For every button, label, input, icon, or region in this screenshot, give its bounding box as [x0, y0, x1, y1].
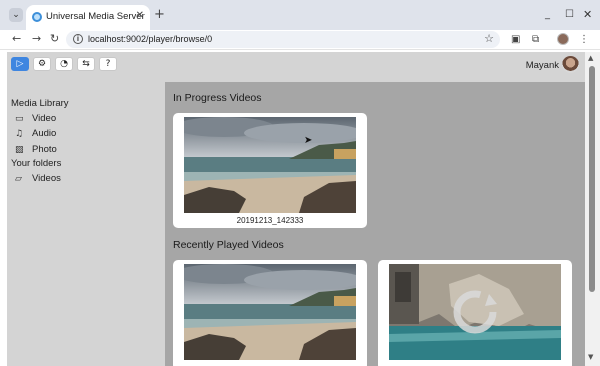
arrow-left-icon[interactable]: ← — [12, 32, 21, 45]
scroll-up-icon[interactable]: ▲ — [588, 54, 593, 62]
close-icon[interactable]: ✕ — [136, 10, 144, 21]
reload-icon[interactable]: ↻ — [50, 32, 59, 45]
url-text[interactable]: localhost:9002/player/browse/0 — [88, 34, 212, 44]
sidebar: Media Library ▭ Video ♫ Audio ▨ Photo Your … — [7, 82, 165, 366]
music-icon: ♫ — [15, 129, 24, 139]
toolbar: ← → ↻ i localhost:9002/player/browse/0 ☆… — [0, 30, 600, 50]
video-card[interactable] — [173, 260, 367, 366]
star-icon[interactable]: ☆ — [484, 32, 494, 45]
maximize-icon[interactable]: ☐ — [565, 9, 574, 20]
sidebar-item-label: Audio — [32, 128, 57, 139]
arrow-right-icon[interactable]: → — [32, 32, 41, 45]
app-header: ▷ ⚙ ◔ ⇆ ? Mayank — [7, 52, 585, 82]
sidebar-item-audio[interactable]: ♫ Audio — [15, 128, 56, 139]
play-icon: ▷ — [16, 59, 24, 69]
minimize-icon[interactable]: _ — [545, 9, 550, 20]
help-icon: ? — [105, 59, 111, 69]
media-library-heading: Media Library — [11, 98, 69, 109]
sidebar-item-video[interactable]: ▭ Video — [15, 113, 56, 124]
video-thumbnail — [184, 117, 356, 213]
profile-avatar[interactable] — [557, 33, 569, 45]
video-icon: ▭ — [15, 114, 24, 124]
video-thumbnail — [184, 264, 356, 360]
browser-window: ⌄ Universal Media Server ✕ + _ ☐ ✕ ← → ↻… — [0, 0, 600, 366]
tab-title: Universal Media Server — [46, 11, 145, 22]
info-icon[interactable]: i — [73, 34, 83, 44]
scrollbar-thumb[interactable] — [589, 66, 595, 292]
history-button[interactable]: ◔ — [55, 57, 73, 71]
tab-strip: ⌄ Universal Media Server ✕ + _ ☐ ✕ — [0, 0, 600, 30]
sidebar-item-label: Photo — [32, 144, 57, 155]
favicon-icon — [32, 12, 42, 22]
help-button[interactable]: ? — [99, 57, 117, 71]
sidebar-item-videos-folder[interactable]: ▱ Videos — [15, 173, 61, 184]
mouse-cursor-icon: ➤ — [304, 135, 313, 146]
image-icon: ▨ — [15, 145, 24, 155]
sidebar-item-label: Videos — [32, 173, 61, 184]
sidebar-item-label: Video — [32, 113, 57, 124]
video-card[interactable]: ➤ 20191213_142333 — [173, 113, 367, 228]
avatar[interactable] — [562, 56, 579, 73]
history-icon: ◔ — [60, 59, 68, 69]
sidebar-item-photo[interactable]: ▨ Photo — [15, 144, 57, 155]
in-progress-title: In Progress Videos — [173, 92, 262, 104]
main-content: In Progress Videos ➤ 20191213_142333 Rec… — [165, 82, 585, 366]
video-title: 20191213_142333 — [236, 216, 304, 225]
user-name[interactable]: Mayank — [526, 60, 559, 71]
menu-icon[interactable]: ⋮ — [579, 34, 589, 45]
shuffle-button[interactable]: ⇆ — [77, 57, 95, 71]
close-icon[interactable]: ✕ — [583, 8, 592, 21]
video-card[interactable] — [378, 260, 572, 366]
tab-search-button[interactable]: ⌄ — [9, 8, 23, 22]
folder-icon: ▱ — [15, 174, 22, 184]
chevron-down-icon: ⌄ — [12, 10, 20, 20]
address-bar[interactable]: i localhost:9002/player/browse/0 ☆ — [66, 31, 500, 48]
gear-icon: ⚙ — [37, 59, 47, 69]
video-thumbnail — [389, 264, 561, 360]
player-button[interactable]: ▷ — [11, 57, 29, 71]
your-folders-heading: Your folders — [11, 158, 62, 169]
recently-played-title: Recently Played Videos — [173, 239, 284, 251]
browser-tab[interactable]: Universal Media Server ✕ — [26, 5, 150, 30]
extensions-icon[interactable]: ⧉ — [532, 34, 539, 45]
plus-icon[interactable]: + — [154, 7, 165, 22]
settings-button[interactable]: ⚙ — [33, 57, 51, 71]
scroll-down-icon[interactable]: ▼ — [588, 353, 593, 361]
shuffle-icon: ⇆ — [82, 59, 90, 69]
media-icon[interactable]: ▣ — [511, 34, 520, 45]
vertical-scrollbar[interactable]: ▲ ▼ — [585, 52, 600, 366]
